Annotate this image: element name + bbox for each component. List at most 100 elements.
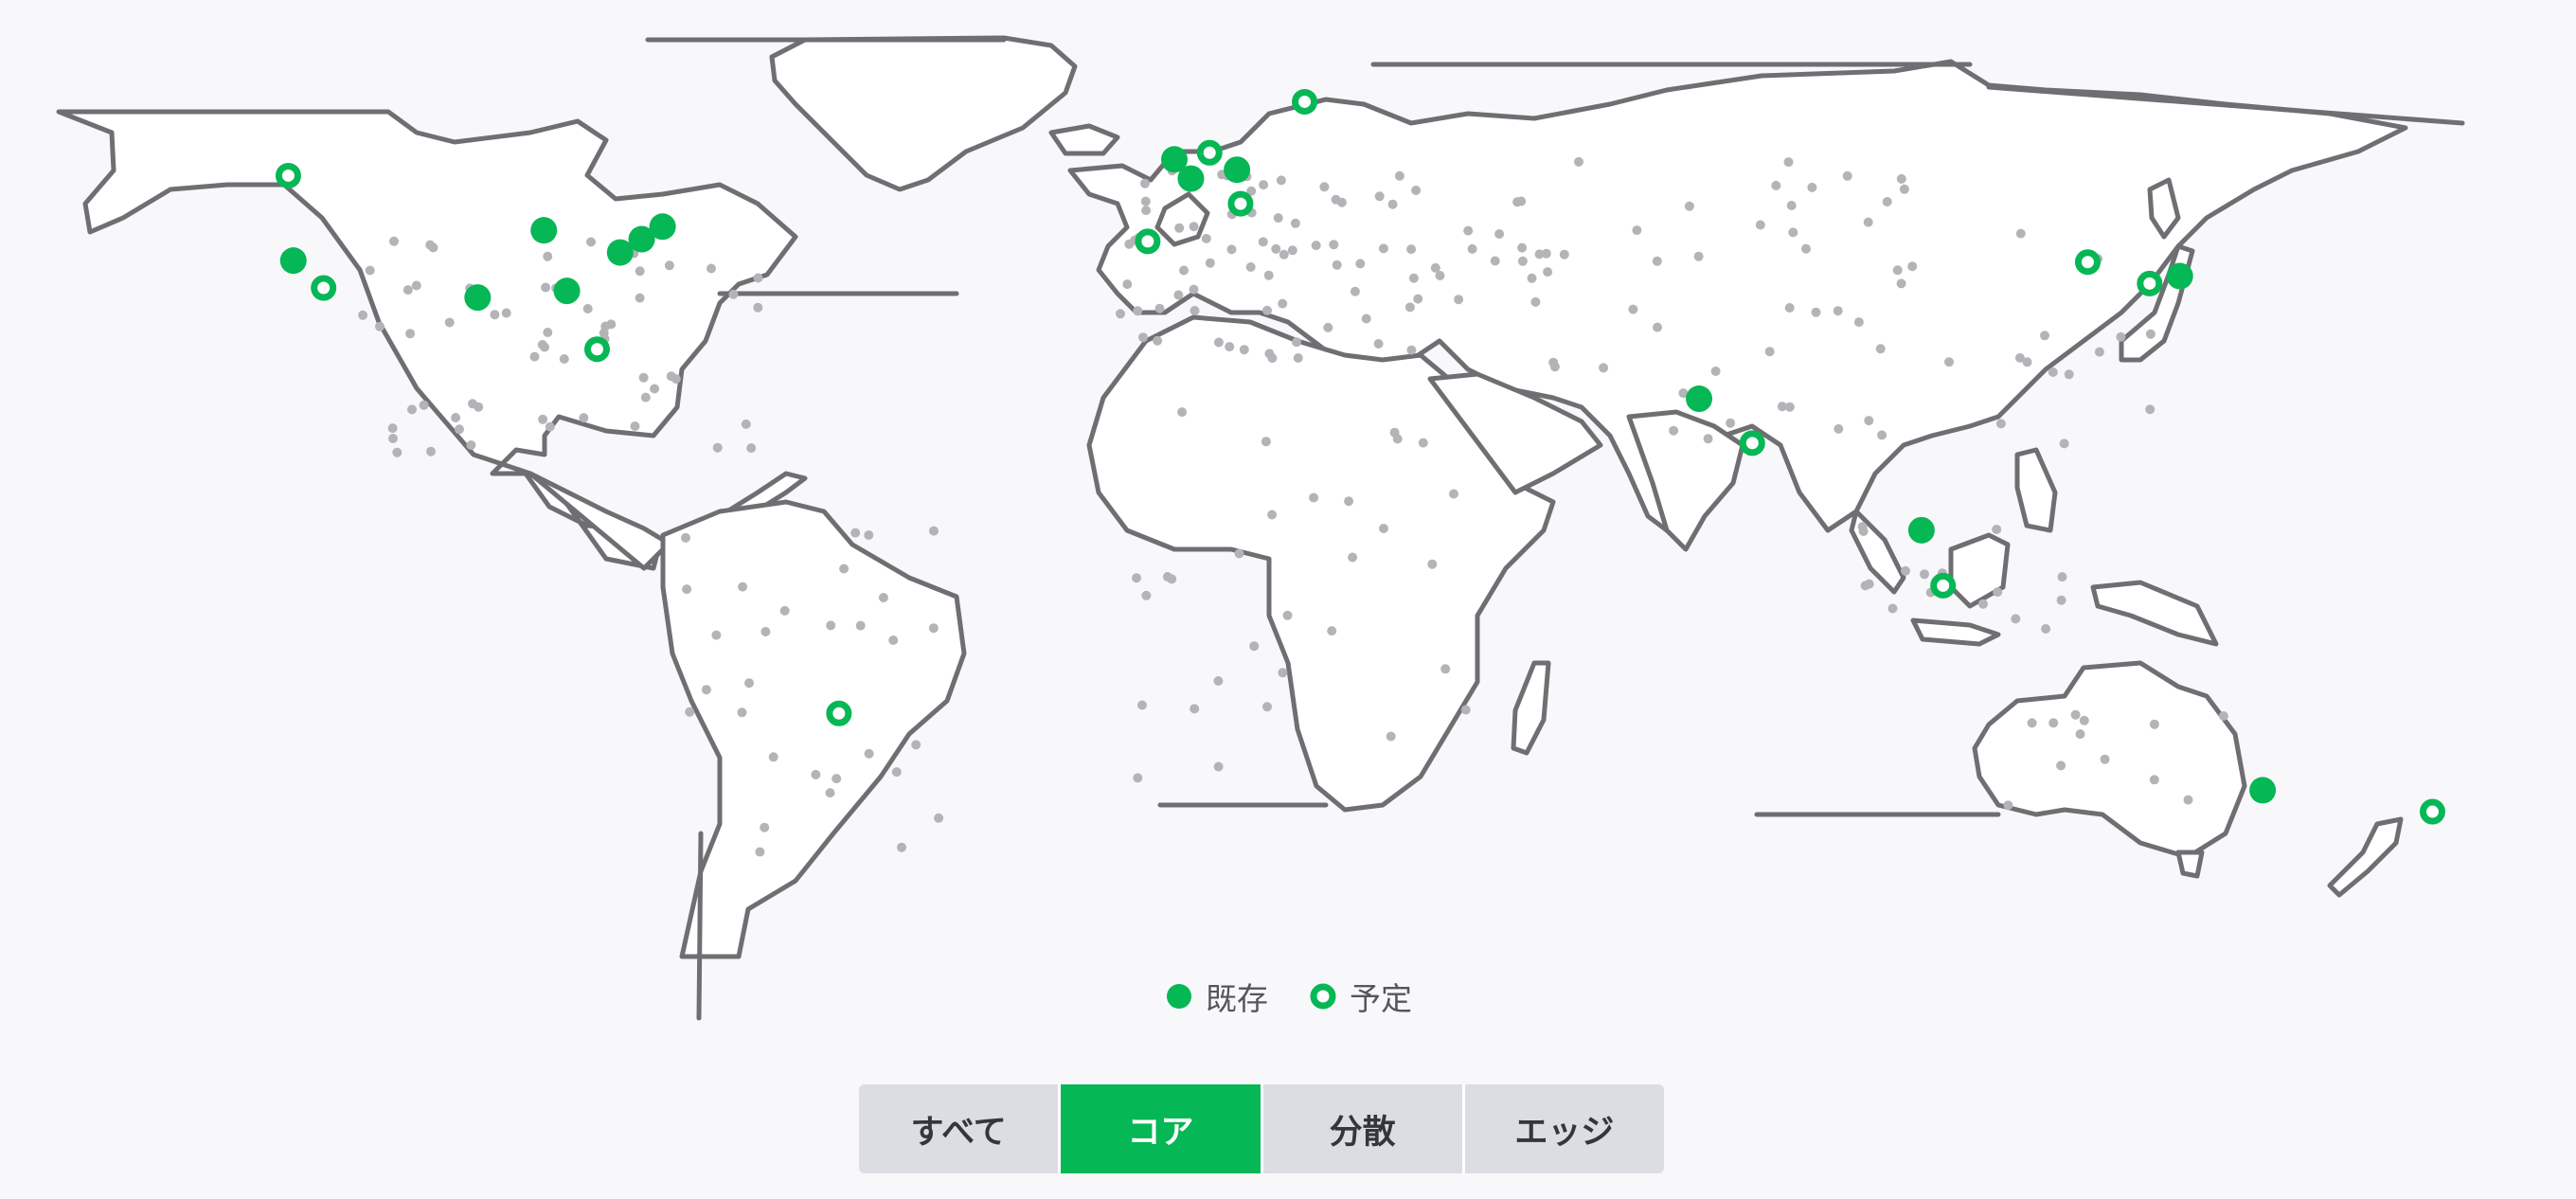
minor-location-dot [1279, 249, 1289, 259]
filled-circle-icon [1167, 984, 1191, 1009]
existing-location-marker[interactable] [2166, 262, 2193, 290]
minor-location-dot [1141, 590, 1152, 600]
minor-location-dot [1460, 705, 1471, 715]
minor-location-dot [1534, 249, 1545, 259]
planned-location-marker[interactable] [1739, 430, 1765, 456]
planned-location-marker[interactable] [826, 700, 852, 726]
planned-location-marker[interactable] [583, 336, 610, 363]
planned-location-marker[interactable] [1930, 572, 1957, 599]
minor-location-dot [1263, 270, 1274, 280]
minor-location-dot [358, 310, 368, 320]
minor-location-dot [738, 582, 748, 592]
minor-location-dot [537, 340, 547, 349]
existing-location-marker[interactable] [1177, 165, 1205, 192]
planned-location-marker[interactable] [2074, 249, 2101, 276]
minor-location-dot [650, 384, 660, 394]
tab-all[interactable]: すべて [859, 1084, 1059, 1173]
minor-location-dot [1179, 265, 1189, 276]
existing-location-marker[interactable] [1224, 156, 1251, 184]
minor-location-dot [2145, 329, 2156, 339]
minor-location-dot [538, 414, 548, 424]
minor-location-dot [1703, 434, 1713, 444]
minor-location-dot [1258, 237, 1268, 247]
planned-location-marker[interactable] [311, 275, 337, 301]
minor-location-dot [630, 421, 640, 431]
minor-location-dot [1278, 668, 1288, 678]
minor-location-dot [1896, 173, 1906, 184]
existing-location-marker[interactable] [530, 217, 558, 244]
minor-location-dot [1201, 233, 1211, 243]
minor-location-dot [1309, 492, 1319, 503]
minor-location-dot [1344, 496, 1354, 507]
planned-location-marker[interactable] [2137, 270, 2163, 296]
planned-location-marker[interactable] [1196, 139, 1223, 166]
minor-location-dot [826, 620, 836, 631]
minor-location-dot [1239, 345, 1249, 355]
minor-location-dot [1259, 180, 1269, 190]
world-map-container [0, 0, 2576, 1032]
planned-location-marker[interactable] [275, 162, 301, 188]
minor-location-dot [1378, 243, 1388, 254]
minor-location-dot [701, 685, 711, 695]
minor-location-dot [1374, 191, 1385, 202]
minor-location-dot [1282, 610, 1293, 620]
minor-location-dot [891, 767, 902, 778]
minor-location-dot [407, 404, 417, 415]
tab-distributed[interactable]: 分散 [1262, 1084, 1462, 1173]
existing-location-marker[interactable] [1907, 516, 1935, 544]
tab-edge[interactable]: エッジ [1464, 1084, 1664, 1173]
tab-core[interactable]: コア [1061, 1084, 1261, 1173]
minor-location-dot [1386, 731, 1396, 742]
minor-location-dot [1693, 251, 1704, 261]
minor-location-dot [2116, 331, 2126, 342]
minor-location-dot [2011, 614, 2021, 624]
filter-tabs: すべて コア 分散 エッジ [859, 1084, 1664, 1173]
minor-location-dot [2149, 775, 2159, 785]
minor-location-dot [1427, 559, 1438, 569]
minor-location-dot [1406, 244, 1417, 255]
planned-location-marker[interactable] [1135, 228, 1161, 255]
minor-location-dot [1234, 548, 1244, 559]
legend-planned: 予定 [1308, 974, 1412, 1019]
minor-location-dot [685, 707, 695, 717]
minor-location-dot [737, 707, 747, 718]
minor-location-dot [1710, 367, 1721, 376]
minor-location-dot [640, 392, 651, 403]
minor-location-dot [2056, 595, 2066, 605]
iceland-landmass [1048, 123, 1120, 156]
minor-location-dot [2048, 718, 2059, 728]
planned-location-marker[interactable] [1292, 88, 1318, 115]
minor-location-dot [1355, 259, 1366, 269]
minor-location-dot [1920, 569, 1929, 580]
ring-circle-icon [1310, 983, 1336, 1010]
minor-location-dot [1764, 347, 1775, 357]
minor-location-dot [1548, 357, 1559, 367]
existing-location-marker[interactable] [2249, 777, 2277, 804]
existing-location-marker[interactable] [649, 213, 676, 241]
existing-location-marker[interactable] [279, 247, 307, 275]
minor-location-dot [1494, 229, 1505, 239]
minor-location-dot [1226, 244, 1237, 255]
existing-location-marker[interactable] [464, 284, 492, 312]
minor-location-dot [1348, 552, 1358, 563]
minor-location-dot [1189, 284, 1199, 295]
minor-location-dot [2094, 347, 2104, 357]
minor-location-dot [1993, 587, 2003, 598]
minor-location-dot [1896, 278, 1906, 289]
minor-location-dot [529, 351, 540, 362]
minor-location-dot [2183, 795, 2193, 805]
legend-existing: 既存 [1164, 974, 1268, 1019]
minor-location-dot [2057, 572, 2067, 582]
minor-location-dot [832, 774, 842, 784]
minor-location-dot [2145, 404, 2156, 415]
planned-location-marker[interactable] [2419, 798, 2445, 825]
existing-location-marker[interactable] [553, 277, 581, 305]
minor-location-dot [929, 526, 939, 536]
minor-location-dot [1205, 258, 1215, 268]
minor-location-dot [1276, 175, 1286, 186]
minor-location-dot [1293, 353, 1303, 363]
existing-location-marker[interactable] [1686, 385, 1713, 413]
planned-location-marker[interactable] [1227, 190, 1254, 217]
minor-location-dot [444, 317, 455, 328]
minor-location-dot [490, 310, 500, 320]
